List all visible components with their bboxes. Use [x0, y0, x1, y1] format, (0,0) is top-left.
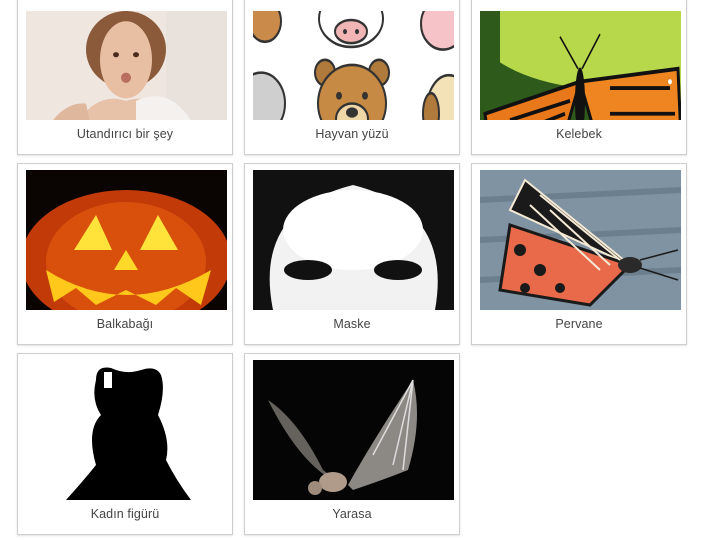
tile-embarrassing-thing[interactable]: Utandırıcı bir şey — [17, 0, 233, 155]
tile-bat[interactable]: Yarasa — [244, 353, 460, 535]
tile-label: Balkabağı — [96, 317, 154, 331]
tile-label: Kelebek — [556, 127, 602, 141]
tile-mask[interactable]: Maske — [244, 163, 460, 345]
mask-image — [253, 170, 454, 310]
tile-butterfly[interactable]: Kelebek — [471, 0, 687, 155]
tile-pumpkin[interactable]: Balkabağı — [17, 163, 233, 345]
tile-label: Pervane — [555, 317, 603, 331]
tile-label: Hayvan yüzü — [315, 127, 389, 141]
tile-label: Utandırıcı bir şey — [76, 127, 174, 141]
tile-label: Maske — [333, 317, 371, 331]
tile-label: Kadın figürü — [90, 507, 160, 521]
tile-animal-face[interactable]: Hayvan yüzü — [244, 0, 460, 155]
butterfly-image — [480, 11, 681, 120]
tile-moth[interactable]: Pervane — [471, 163, 687, 345]
bat-image — [253, 360, 454, 500]
tile-label: Yarasa — [332, 507, 372, 521]
pumpkin-image — [26, 170, 227, 310]
woman-silhouette-image — [26, 360, 227, 500]
embarrassed-woman-image — [26, 11, 227, 120]
moth-image — [480, 170, 681, 310]
animal-faces-image — [253, 11, 454, 120]
tile-woman-figure[interactable]: Kadın figürü — [17, 353, 233, 535]
